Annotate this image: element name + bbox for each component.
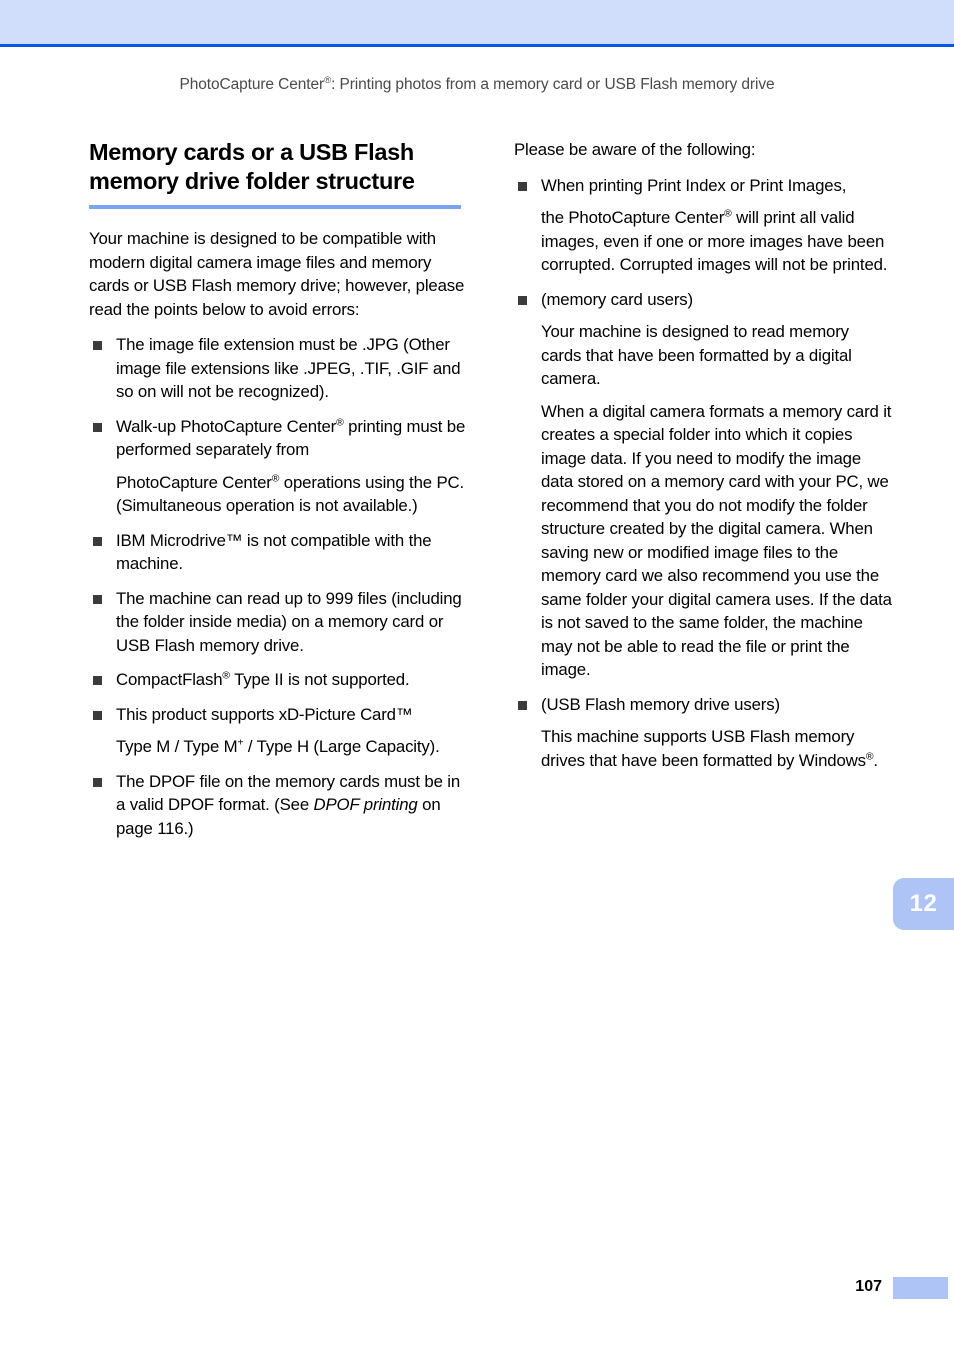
list-item: The machine can read up to 999 files (in…: [89, 587, 467, 658]
square-bullet-icon: [518, 700, 527, 710]
page-title: Memory cards or a USB Flash memory drive…: [89, 138, 467, 196]
list-item: This product supports xD-Picture Card™ T…: [89, 703, 467, 759]
list-item: (USB Flash memory drive users) This mach…: [514, 693, 892, 773]
cross-reference-link[interactable]: DPOF printing: [314, 795, 418, 814]
footer-color-block: [893, 1277, 948, 1299]
list-item-continuation: PhotoCapture Center® operations using th…: [116, 471, 467, 518]
square-bullet-icon: [518, 295, 527, 305]
list-item-text-b: the PhotoCapture Center: [541, 208, 725, 227]
page-number: 107: [855, 1278, 882, 1295]
list-item-text-a: This machine supports USB Flash memory d…: [541, 727, 866, 770]
registered-mark-icon: ®: [724, 208, 732, 220]
list-item-text-a: This product supports xD-Picture Card™: [116, 704, 413, 724]
list-item-text-a: When printing Print Index or Print Image…: [541, 175, 847, 195]
header-blue-rule: [0, 44, 954, 47]
list-item-text: The image file extension must be .JPG (O…: [116, 335, 461, 401]
left-bullet-list: The image file extension must be .JPG (O…: [89, 333, 467, 840]
list-item-text-c: PhotoCapture Center: [116, 472, 272, 492]
list-item: CompactFlash® Type II is not supported.: [89, 668, 467, 692]
running-head-text-after: : Printing photos from a memory card or …: [331, 76, 775, 93]
list-item-text-a: CompactFlash: [116, 670, 223, 689]
list-item-text-b: .: [873, 750, 878, 770]
registered-mark-icon: ®: [336, 416, 344, 428]
left-intro-paragraph: Your machine is designed to be compatibl…: [89, 229, 465, 319]
page-title-line-2: memory drive folder structure: [89, 168, 415, 194]
list-item-label: (USB Flash memory drive users): [541, 694, 780, 714]
square-bullet-icon: [93, 594, 102, 604]
square-bullet-icon: [93, 536, 102, 546]
chapter-number: 12: [909, 890, 938, 917]
list-item: (memory card users) Your machine is desi…: [514, 288, 892, 682]
square-bullet-icon: [93, 777, 102, 787]
list-item-text: The machine can read up to 999 files (in…: [116, 588, 462, 655]
list-item: The DPOF file on the memory cards must b…: [89, 770, 467, 841]
right-intro-paragraph: Please be aware of the following:: [514, 140, 756, 159]
running-head-text-before: PhotoCapture Center: [179, 76, 325, 93]
square-bullet-icon: [518, 181, 527, 191]
list-item-paragraph: Your machine is designed to read memory …: [541, 322, 852, 388]
square-bullet-icon: [93, 676, 102, 685]
list-item: The image file extension must be .JPG (O…: [89, 333, 467, 404]
list-item-text-a: Walk-up PhotoCapture Center: [116, 416, 337, 436]
registered-mark-icon: ®: [222, 670, 230, 682]
square-bullet-icon: [93, 422, 102, 432]
list-item: When printing Print Index or Print Image…: [514, 174, 892, 277]
list-item-paragraph: This machine supports USB Flash memory d…: [541, 725, 892, 772]
left-column: Memory cards or a USB Flash memory drive…: [89, 138, 467, 840]
right-column: Please be aware of the following: When p…: [514, 138, 892, 772]
list-item-text-b: Type M / Type M: [116, 737, 238, 756]
running-head: PhotoCapture Center®: Printing photos fr…: [0, 76, 954, 94]
square-bullet-icon: [93, 341, 102, 350]
list-item-text: IBM Microdrive™ is not compatible with t…: [116, 530, 432, 574]
list-item: IBM Microdrive™ is not compatible with t…: [89, 529, 467, 576]
page-title-underline: [89, 205, 461, 209]
square-bullet-icon: [93, 710, 102, 720]
page-title-line-1: Memory cards or a USB Flash: [89, 139, 414, 165]
registered-mark-icon: ®: [324, 74, 332, 86]
right-bullet-list: When printing Print Index or Print Image…: [514, 174, 892, 773]
chapter-tab: 12: [893, 878, 954, 930]
header-color-band: [0, 0, 954, 44]
list-item: Walk-up PhotoCapture Center® printing mu…: [89, 415, 467, 518]
list-item-paragraph: When a digital camera formats a memory c…: [541, 401, 892, 680]
list-item-label: (memory card users): [541, 289, 693, 309]
list-item-text-b: Type II is not supported.: [229, 670, 410, 689]
list-item-text-c: / Type H (Large Capacity).: [243, 737, 440, 756]
list-item-continuation: Type M / Type M+ / Type H (Large Capacit…: [116, 735, 467, 759]
list-item-continuation: the PhotoCapture Center® will print all …: [541, 206, 892, 277]
